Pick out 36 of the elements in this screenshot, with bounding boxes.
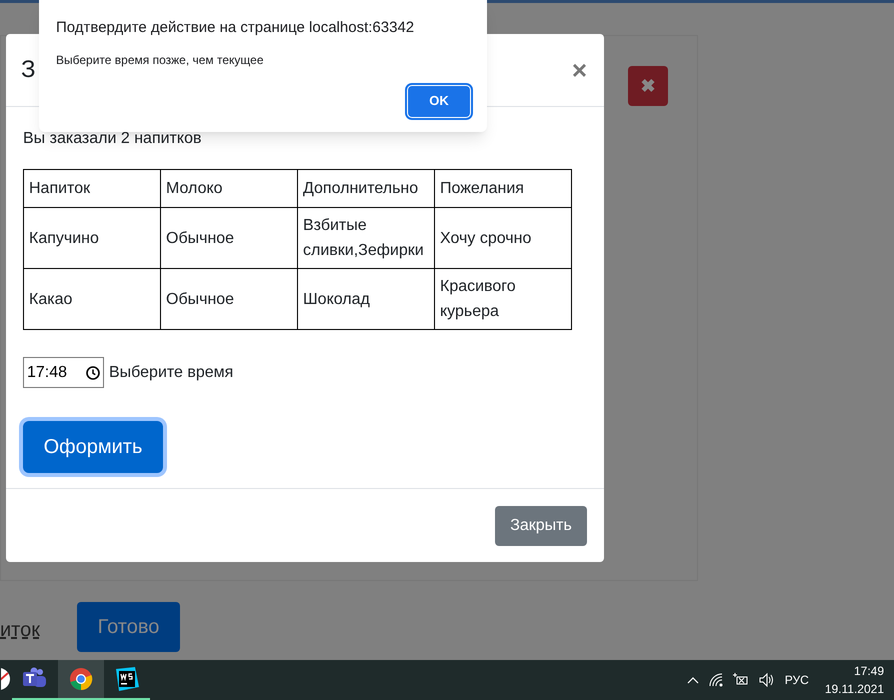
link[interactable]: иток — [0, 615, 40, 645]
time-field[interactable]: 17:48 — [23, 357, 104, 388]
clock-icon — [86, 366, 100, 380]
column-header: Дополнительно — [298, 170, 434, 208]
submit-button[interactable]: Оформить — [23, 421, 163, 473]
table-cell: Взбитые сливки,Зефирки — [298, 208, 434, 268]
order-summary: Вы заказали 2 напитков — [23, 129, 202, 149]
clock[interactable]: 17:49 19.11.2021 — [818, 662, 884, 698]
column-header: Пожелания — [434, 170, 572, 208]
modal-title: З — [21, 55, 36, 85]
close-button[interactable]: Закрыть — [495, 506, 587, 546]
close-button[interactable]: × — [572, 57, 587, 83]
table-cell: Обычное — [160, 208, 298, 268]
app-icon — [1, 667, 11, 691]
table-cell: Какао — [24, 268, 160, 330]
table-cell: Хочу срочно — [434, 208, 572, 268]
done-button[interactable]: Готово — [77, 602, 180, 652]
alert-message: Выберите время позже, чем текущее — [56, 52, 265, 68]
time-label: Выберите время — [109, 362, 234, 382]
webstorm-icon — [115, 667, 139, 691]
chevron-up-icon — [686, 676, 699, 684]
alert-title: Подтвердите действие на странице localhost:63342 — [56, 18, 416, 38]
wifi-icon — [708, 673, 723, 687]
speaker-icon — [758, 673, 775, 687]
battery-icon — [732, 673, 749, 687]
ok-button[interactable]: OK — [408, 86, 470, 116]
table-cell: Капучино — [24, 208, 160, 268]
chrome-icon — [69, 667, 93, 691]
column-header: Напиток — [24, 170, 160, 208]
delete-button[interactable]: ✖ — [628, 66, 668, 106]
table-cell: Красивого курьера — [434, 268, 572, 330]
taskbar-button[interactable] — [58, 660, 104, 700]
column-header: Молоко — [160, 170, 298, 208]
table-cell: Обычное — [160, 268, 298, 330]
table-cell: Шоколад — [298, 268, 434, 330]
language-indicator[interactable]: РУС — [784, 671, 809, 689]
